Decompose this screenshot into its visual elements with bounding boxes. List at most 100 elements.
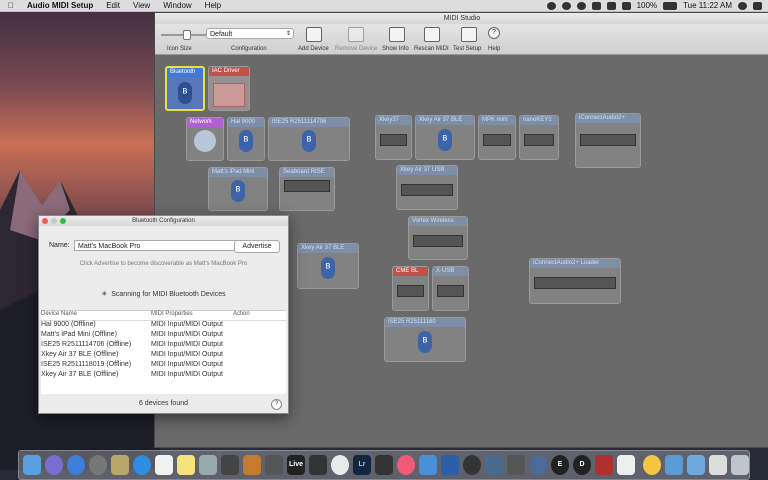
controller-app-icon[interactable] [441, 455, 459, 475]
finder-icon[interactable] [23, 455, 41, 475]
folder-icon[interactable] [687, 455, 705, 475]
device-matts-ipad-mini[interactable]: Matt's iPad Mini ᴮ [208, 167, 268, 211]
device-hal-9000[interactable]: Hal 9000 ᴮ [227, 117, 265, 161]
photos-icon[interactable] [199, 455, 217, 475]
device-image [284, 180, 330, 192]
system-preferences-icon[interactable] [89, 455, 107, 475]
keyboard-app-icon[interactable] [595, 455, 613, 475]
notification-center-icon[interactable] [753, 1, 762, 10]
itunes-icon[interactable] [397, 455, 415, 475]
device-x-usb[interactable]: X-USB [432, 266, 469, 311]
device-vortex-wireless[interactable]: Vortex Wireless [408, 216, 468, 260]
device-seaboard-rise[interactable]: Seaboard RISE [279, 167, 335, 211]
menu-window[interactable]: Window [163, 1, 191, 10]
rescan-midi-icon[interactable] [424, 27, 440, 42]
lightroom-icon[interactable]: Lr [353, 455, 371, 475]
icon-size-slider[interactable] [161, 30, 207, 40]
table-row[interactable]: Hal 9000 (Offline) MIDI Input/MIDI Output [41, 321, 286, 331]
test-setup-button[interactable]: Test Setup [453, 46, 481, 52]
device-xkey37[interactable]: Xkey37 [375, 115, 412, 160]
table-row[interactable]: Xkey Air 37 BLE (Offline) MIDI Input/MIDI… [41, 371, 286, 381]
menu-edit[interactable]: Edit [106, 1, 120, 10]
add-device-button[interactable]: Add Device [298, 46, 329, 52]
wifi-icon[interactable] [606, 1, 616, 10]
device-xkey-air-37-ble-top[interactable]: Xkey Air 37 BLE ᴮ [415, 115, 475, 160]
device-cme-bl[interactable]: CME BL [392, 266, 429, 311]
piano-icon[interactable] [617, 455, 635, 475]
sync-icon[interactable] [576, 1, 586, 10]
bluetooth-icon[interactable] [591, 1, 601, 10]
help-icon[interactable]: ? [488, 27, 500, 39]
remove-device-icon[interactable] [348, 27, 364, 42]
battery-icon[interactable] [663, 1, 678, 10]
downloads-stack-icon[interactable] [665, 455, 683, 475]
ableton-live-icon[interactable]: Live [287, 455, 305, 475]
guitar-app-icon[interactable] [221, 455, 239, 475]
app-d-icon[interactable]: D [573, 455, 591, 475]
apple-menu-icon[interactable]:  [8, 1, 14, 10]
menu-help[interactable]: Help [205, 1, 221, 10]
table-row[interactable]: Xkey Air 37 BLE (Offline) MIDI Input/MIDI… [41, 351, 286, 361]
device-nanokey[interactable]: nanoKEY2 [519, 115, 559, 160]
safari-icon[interactable] [133, 455, 151, 475]
slider-knob[interactable] [183, 30, 191, 40]
device-xkey-air-37-usb[interactable]: Xkey Air 37 USB [396, 165, 458, 210]
garageband-icon[interactable] [243, 455, 261, 475]
clock[interactable]: Tue 11:22 AM [683, 1, 732, 10]
app-menu[interactable]: Audio MIDI Setup [27, 1, 93, 10]
photos-flower-icon[interactable] [331, 455, 349, 475]
help-button[interactable]: Help [488, 46, 500, 52]
status-icon[interactable] [546, 1, 556, 10]
app-e-icon[interactable]: E [551, 455, 569, 475]
configuration-select[interactable]: Default ⇕ [206, 28, 294, 39]
ibooks-icon[interactable] [419, 455, 437, 475]
final-cut-icon[interactable] [309, 455, 327, 475]
table-row[interactable]: Matt's iPad Mini (Offline) MIDI Input/MID… [41, 331, 286, 341]
table-row[interactable]: ISE25 R2511118019 (Offline) MIDI Input/MI… [41, 361, 286, 371]
calendar-icon[interactable] [155, 455, 173, 475]
device-ise25-bottom[interactable]: ISE25 R25111180 ᴮ [384, 317, 466, 362]
add-device-icon[interactable] [306, 27, 322, 42]
device-xkey-air-37-ble[interactable]: Xkey Air 37 BLE ᴮ [297, 243, 359, 289]
device-mpk-mini[interactable]: MPK mini [478, 115, 516, 160]
mixer-icon[interactable] [485, 455, 503, 475]
close-button[interactable] [42, 218, 48, 224]
notes-icon[interactable] [177, 455, 195, 475]
device-image [524, 134, 554, 146]
device-network[interactable]: Network [186, 117, 224, 161]
device-iconnectaudio2-loader[interactable]: iConnectAudio2+ Loader [529, 258, 621, 304]
film-app-icon[interactable] [375, 455, 393, 475]
device-iconnectaudio2[interactable]: iConnectAudio2+ [575, 113, 641, 168]
preview-icon[interactable] [111, 455, 129, 475]
logic-icon[interactable] [265, 455, 283, 475]
device-iac-driver[interactable]: IAC Driver [208, 66, 250, 111]
audio-midi-setup-icon[interactable] [529, 455, 547, 475]
col-action[interactable]: Action [233, 311, 250, 317]
volume-icon[interactable] [621, 1, 631, 10]
device-bluetooth[interactable]: Bluetooth ᴮ [165, 66, 205, 111]
device-label: Hal 9000 [228, 118, 264, 127]
zoom-button[interactable] [60, 218, 66, 224]
menu-view[interactable]: View [133, 1, 150, 10]
advertise-button[interactable]: Advertise [234, 240, 280, 253]
app-store-icon[interactable] [67, 455, 85, 475]
table-row[interactable]: ISE25 R2511114706 (Offline) MIDI Input/MI… [41, 341, 286, 351]
minimize-button[interactable] [51, 218, 57, 224]
col-midi-properties[interactable]: MIDI Properties [151, 311, 193, 317]
device-ise25-top[interactable]: ISE25 R2511114706 ᴮ [268, 117, 350, 161]
audio-app-icon[interactable] [507, 455, 525, 475]
show-info-button[interactable]: Show Info [382, 46, 409, 52]
siri-icon[interactable] [45, 455, 63, 475]
app-icon[interactable] [463, 455, 481, 475]
timemachine-icon[interactable] [561, 1, 571, 10]
test-setup-icon[interactable] [461, 27, 477, 42]
document-stack-icon[interactable] [709, 455, 727, 475]
help-button[interactable]: ? [271, 399, 282, 410]
col-device-name[interactable]: Device Name [41, 311, 77, 317]
rescan-midi-button[interactable]: Rescan MIDI [414, 46, 449, 52]
show-info-icon[interactable] [389, 27, 405, 42]
trash-icon[interactable] [731, 455, 749, 475]
search-icon[interactable] [738, 1, 747, 10]
remove-device-button[interactable]: Remove Device [335, 46, 377, 52]
info-app-icon[interactable] [643, 455, 661, 475]
